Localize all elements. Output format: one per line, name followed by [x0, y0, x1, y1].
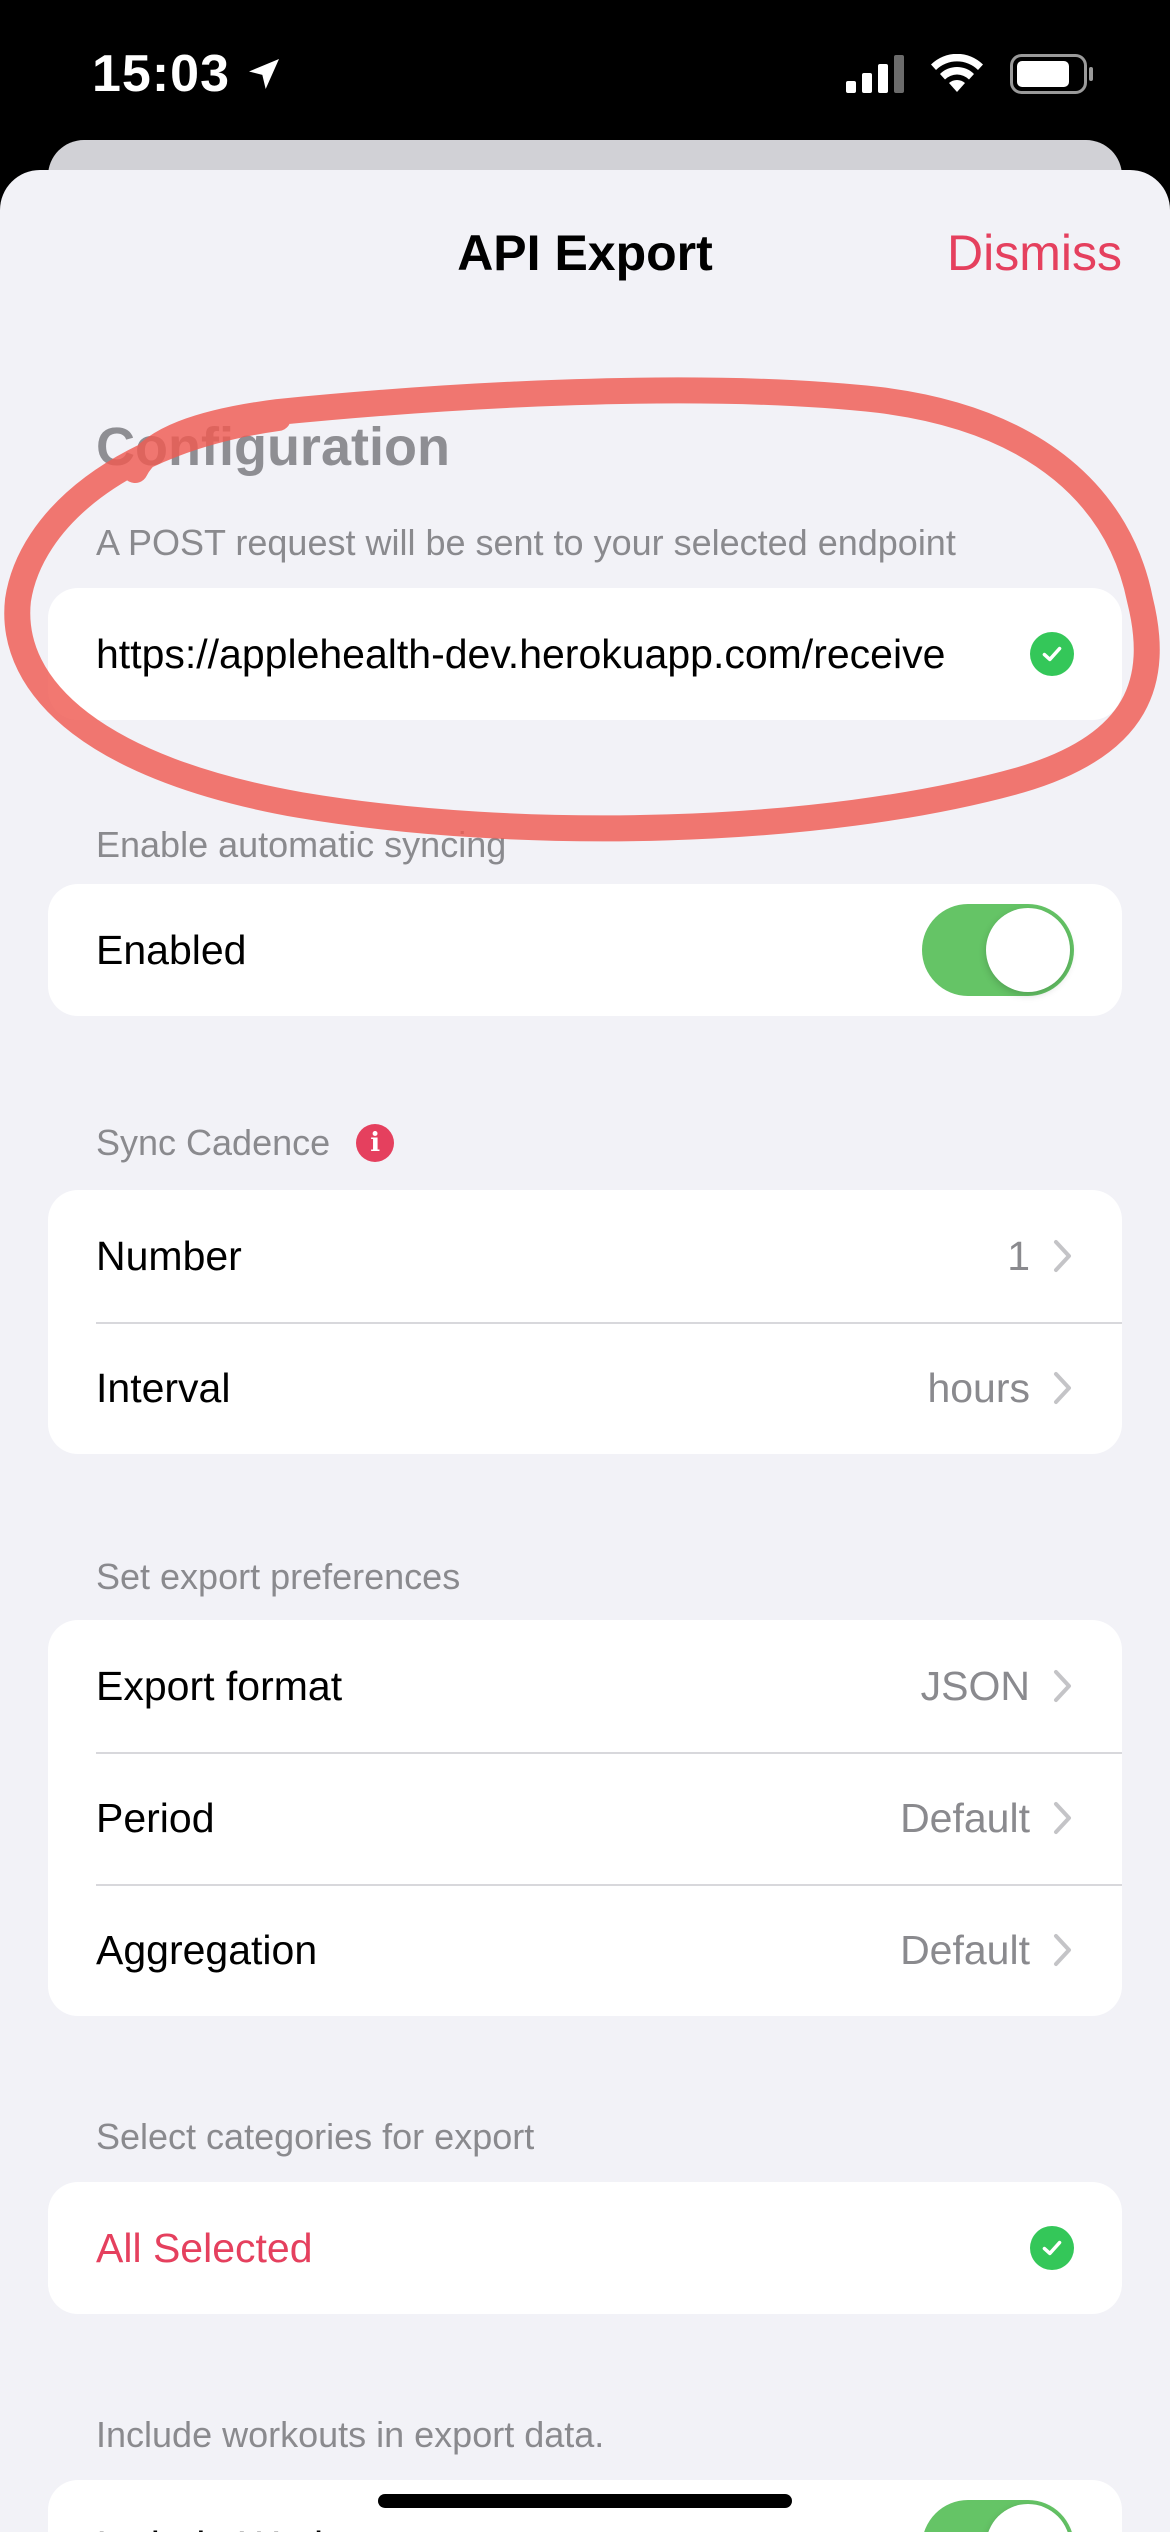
period-label: Period — [96, 1794, 215, 1841]
cadence-number-value: 1 — [1007, 1232, 1030, 1279]
cadence-row-number[interactable]: Number 1 — [48, 1190, 1122, 1322]
period-value: Default — [900, 1794, 1030, 1841]
sync-cadence-header: Sync Cadence i — [96, 1122, 395, 1164]
categories-header-text: Select categories for export — [96, 2116, 535, 2157]
api-export-sheet: API Export Dismiss Configuration A POST … — [0, 170, 1170, 2532]
configuration-subtitle: A POST request will be sent to your sele… — [96, 522, 956, 564]
all-selected-label[interactable]: All Selected — [96, 2225, 1030, 2272]
sync-cadence-header-text: Sync Cadence — [96, 1122, 331, 1163]
dismiss-button[interactable]: Dismiss — [947, 224, 1122, 282]
export-format-value: JSON — [920, 1662, 1030, 1709]
wifi-icon — [931, 54, 983, 92]
auto-sync-header: Enable automatic syncing — [96, 824, 506, 866]
status-time: 15:03 — [92, 44, 284, 104]
sync-cadence-card: Number 1 Interval hours — [48, 1190, 1122, 1454]
auto-sync-card: Enabled — [48, 884, 1122, 1016]
auto-sync-row: Enabled — [48, 884, 1122, 1016]
categories-card: All Selected — [48, 2182, 1122, 2314]
cellular-signal-icon — [846, 55, 904, 93]
status-indicators — [846, 54, 1094, 94]
export-preferences-card: Export format JSON Period Default Aggreg… — [48, 1620, 1122, 2016]
configuration-title: Configuration — [96, 417, 450, 477]
chevron-right-icon — [1054, 1240, 1071, 1272]
chevron-right-icon — [1054, 1372, 1071, 1404]
cadence-number-label: Number — [96, 1232, 242, 1279]
configuration-subtitle-text: A POST request will be sent to your sele… — [96, 522, 956, 563]
categories-header: Select categories for export — [96, 2116, 534, 2158]
checkmark-icon — [1030, 632, 1074, 676]
pref-row-export-format[interactable]: Export format JSON — [48, 1620, 1122, 1752]
cadence-row-interval[interactable]: Interval hours — [48, 1322, 1122, 1454]
chevron-right-icon — [1054, 1934, 1071, 1966]
workouts-toggle[interactable] — [922, 2500, 1074, 2532]
pref-row-period[interactable]: Period Default — [48, 1752, 1122, 1884]
chevron-right-icon — [1054, 1670, 1071, 1702]
endpoint-url[interactable]: https://applehealth-dev.herokuapp.com/re… — [96, 631, 1002, 678]
export-preferences-header: Set export preferences — [96, 1556, 460, 1598]
checkmark-icon — [1030, 2226, 1074, 2270]
info-icon[interactable]: i — [356, 1124, 395, 1162]
aggregation-label: Aggregation — [96, 1926, 318, 1973]
endpoint-card: https://applehealth-dev.herokuapp.com/re… — [48, 588, 1122, 720]
export-preferences-header-text: Set export preferences — [96, 1556, 461, 1597]
pref-row-aggregation[interactable]: Aggregation Default — [48, 1884, 1122, 2016]
workouts-header-text: Include workouts in export data. — [96, 2414, 605, 2455]
chevron-right-icon — [1054, 1802, 1071, 1834]
cadence-interval-value: hours — [927, 1364, 1030, 1411]
endpoint-row[interactable]: https://applehealth-dev.herokuapp.com/re… — [48, 588, 1122, 720]
status-time-text: 15:03 — [92, 45, 230, 103]
workouts-header: Include workouts in export data. — [96, 2414, 604, 2456]
workouts-label: Include Workouts — [96, 2523, 922, 2532]
cadence-interval-label: Interval — [96, 1364, 231, 1411]
home-indicator — [378, 2494, 792, 2508]
auto-sync-label: Enabled — [96, 926, 247, 973]
auto-sync-header-text: Enable automatic syncing — [96, 824, 507, 865]
location-arrow-icon — [249, 59, 279, 89]
status-bar: 15:03 — [0, 0, 1170, 150]
export-format-label: Export format — [96, 1662, 343, 1709]
aggregation-value: Default — [900, 1926, 1030, 1973]
categories-row[interactable]: All Selected — [48, 2182, 1122, 2314]
battery-icon — [1010, 54, 1093, 94]
auto-sync-toggle[interactable] — [922, 904, 1074, 996]
